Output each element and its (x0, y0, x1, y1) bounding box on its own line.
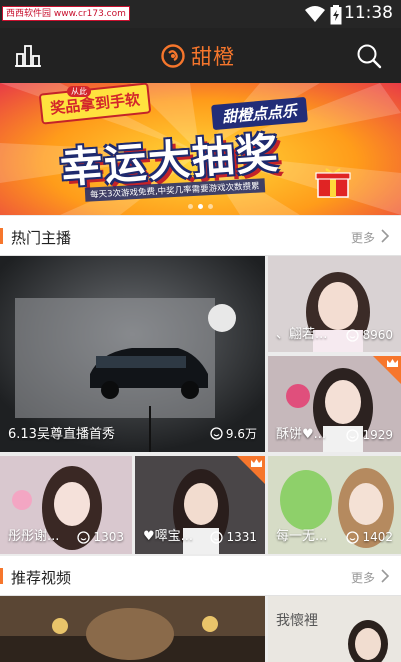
app-logo: 甜橙 (161, 42, 235, 70)
viewer-icon (346, 328, 360, 342)
stream-name: 彤彤谢... (8, 529, 60, 544)
chevron-right-icon[interactable] (380, 229, 390, 243)
section-accent-bar (0, 228, 3, 244)
stream-tile[interactable]: 彤彤谢... 1303 (0, 456, 132, 554)
viewer-count-text: 1303 (93, 530, 124, 544)
viewer-count: 1402 (346, 530, 393, 544)
stream-name: 6.13吴尊直播首秀 (8, 427, 115, 442)
stream-tile[interactable]: 6.13吴尊直播首秀 9.6万 (0, 256, 265, 452)
viewer-count: 1303 (77, 530, 124, 544)
bar-chart-icon[interactable] (14, 42, 42, 70)
crown-icon (251, 459, 262, 467)
viewer-count: 9.6万 (210, 425, 257, 442)
stream-name: 、翩若... (276, 327, 328, 342)
viewer-count: 8960 (346, 328, 393, 342)
video-overlay-text: 我懷裡 (276, 613, 318, 629)
viewer-count-text: 1331 (226, 530, 257, 544)
battery-icon (330, 5, 342, 25)
section-accent-bar (0, 568, 3, 584)
recommend-section-title: 推荐视频 (11, 569, 72, 587)
app-bar: 甜橙 (0, 28, 401, 83)
hot-section-title: 热门主播 (11, 229, 72, 247)
pager-dot-active[interactable] (198, 204, 203, 209)
viewer-count-text: 8960 (362, 328, 393, 342)
banner-sticker-tag: 从此 (67, 86, 91, 97)
viewer-count-text: 1402 (362, 530, 393, 544)
stream-name: ♥噿宝... (143, 529, 194, 544)
viewer-icon (77, 530, 91, 544)
search-icon[interactable] (355, 42, 383, 70)
hot-section-header: 热门主播 更多 (0, 216, 401, 256)
stream-tile[interactable]: 、翩若... 8960 (268, 256, 401, 352)
viewer-icon (346, 428, 360, 442)
stream-name: 酥饼♥... (276, 427, 327, 442)
stream-tile[interactable]: ♥噿宝... 1331 (135, 456, 265, 554)
pager-dot[interactable] (188, 204, 193, 209)
viewer-icon (210, 427, 223, 440)
viewer-count-text: 9.6万 (225, 427, 257, 441)
video-thumbnail (0, 596, 265, 662)
viewer-icon (210, 530, 224, 544)
wifi-icon (305, 6, 325, 22)
viewer-count-text: 1929 (362, 428, 393, 442)
status-bar: 西西软件园 www.cr173.com 11:38 (0, 0, 401, 28)
video-tile[interactable]: 我懷裡 (268, 596, 401, 662)
chevron-right-icon[interactable] (380, 569, 390, 583)
banner-pager (0, 204, 401, 209)
viewer-icon (346, 530, 360, 544)
viewer-count: 1929 (346, 428, 393, 442)
video-tile[interactable] (0, 596, 265, 662)
orange-logo-icon (161, 44, 185, 68)
recommend-more-link[interactable]: 更多 (351, 569, 375, 586)
promo-banner[interactable]: 奖品拿到手软 从此 甜橙点点乐 幸运大抽奖 每天3次游戏免费,中奖几率需要游戏次… (0, 83, 401, 215)
viewer-count: 1331 (210, 530, 257, 544)
watermark: 西西软件园 www.cr173.com (2, 6, 130, 21)
stream-name: 每一无... (276, 529, 328, 544)
stream-tile[interactable]: 每一无... 1402 (268, 456, 401, 554)
app-title: 甜橙 (191, 45, 235, 69)
status-time: 11:38 (344, 3, 393, 23)
recommend-section-header: 推荐视频 更多 (0, 556, 401, 596)
gift-icon (315, 168, 351, 198)
pager-dot[interactable] (208, 204, 213, 209)
crown-icon (387, 359, 398, 367)
stream-tile[interactable]: 酥饼♥... 1929 (268, 356, 401, 452)
hot-more-link[interactable]: 更多 (351, 229, 375, 246)
